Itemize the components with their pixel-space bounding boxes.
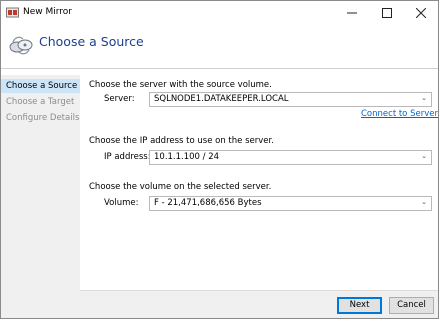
cancel-button[interactable]: Cancel xyxy=(389,297,434,314)
step-choose-source[interactable]: Choose a Source xyxy=(1,79,80,93)
step-choose-target: Choose a Target xyxy=(6,97,75,107)
server-prompt: Choose the server with the source volume… xyxy=(89,80,272,90)
step-configure-details: Configure Details xyxy=(6,113,80,123)
close-button[interactable] xyxy=(404,1,438,25)
volume-value: F - 21,471,686,656 Bytes xyxy=(154,198,262,208)
chevron-down-icon: ⌄ xyxy=(421,94,427,102)
ip-address-label: IP address: xyxy=(104,152,151,162)
next-button[interactable]: Next xyxy=(337,297,382,314)
server-value: SQLNODE1.DATAKEEPER.LOCAL xyxy=(154,94,289,104)
ip-address-combobox[interactable]: 10.1.1.100 / 24 ⌄ xyxy=(149,150,432,165)
server-combobox[interactable]: SQLNODE1.DATAKEEPER.LOCAL ⌄ xyxy=(149,92,432,107)
maximize-button[interactable] xyxy=(370,1,404,25)
app-icon xyxy=(6,7,19,18)
ip-prompt: Choose the IP address to use on the serv… xyxy=(89,136,274,146)
mirror-wizard-icon xyxy=(9,36,33,55)
server-label: Server: xyxy=(104,94,135,104)
volume-label: Volume: xyxy=(104,198,139,208)
volume-combobox[interactable]: F - 21,471,686,656 Bytes ⌄ xyxy=(149,196,432,211)
wizard-footer: Next Cancel xyxy=(80,290,438,318)
page-title: Choose a Source xyxy=(39,34,144,49)
new-mirror-window: New Mirror Choose a Source Choose a Sour… xyxy=(0,0,439,319)
maximize-icon xyxy=(382,8,392,18)
minimize-button[interactable] xyxy=(335,1,369,25)
wizard-steps-sidebar: Choose a Source Choose a Target Configur… xyxy=(1,75,80,318)
title-bar[interactable]: New Mirror xyxy=(1,1,438,25)
ip-address-value: 10.1.1.100 / 24 xyxy=(154,152,220,162)
volume-prompt: Choose the volume on the selected server… xyxy=(89,182,272,192)
wizard-content: Choose the server with the source volume… xyxy=(80,69,438,290)
window-title: New Mirror xyxy=(23,7,73,17)
wizard-header: Choose a Source xyxy=(1,25,438,69)
close-icon xyxy=(415,7,427,19)
chevron-down-icon: ⌄ xyxy=(421,198,427,206)
chevron-down-icon: ⌄ xyxy=(421,152,427,160)
minimize-icon xyxy=(347,12,357,14)
connect-to-server-link[interactable]: Connect to Server xyxy=(361,109,438,119)
